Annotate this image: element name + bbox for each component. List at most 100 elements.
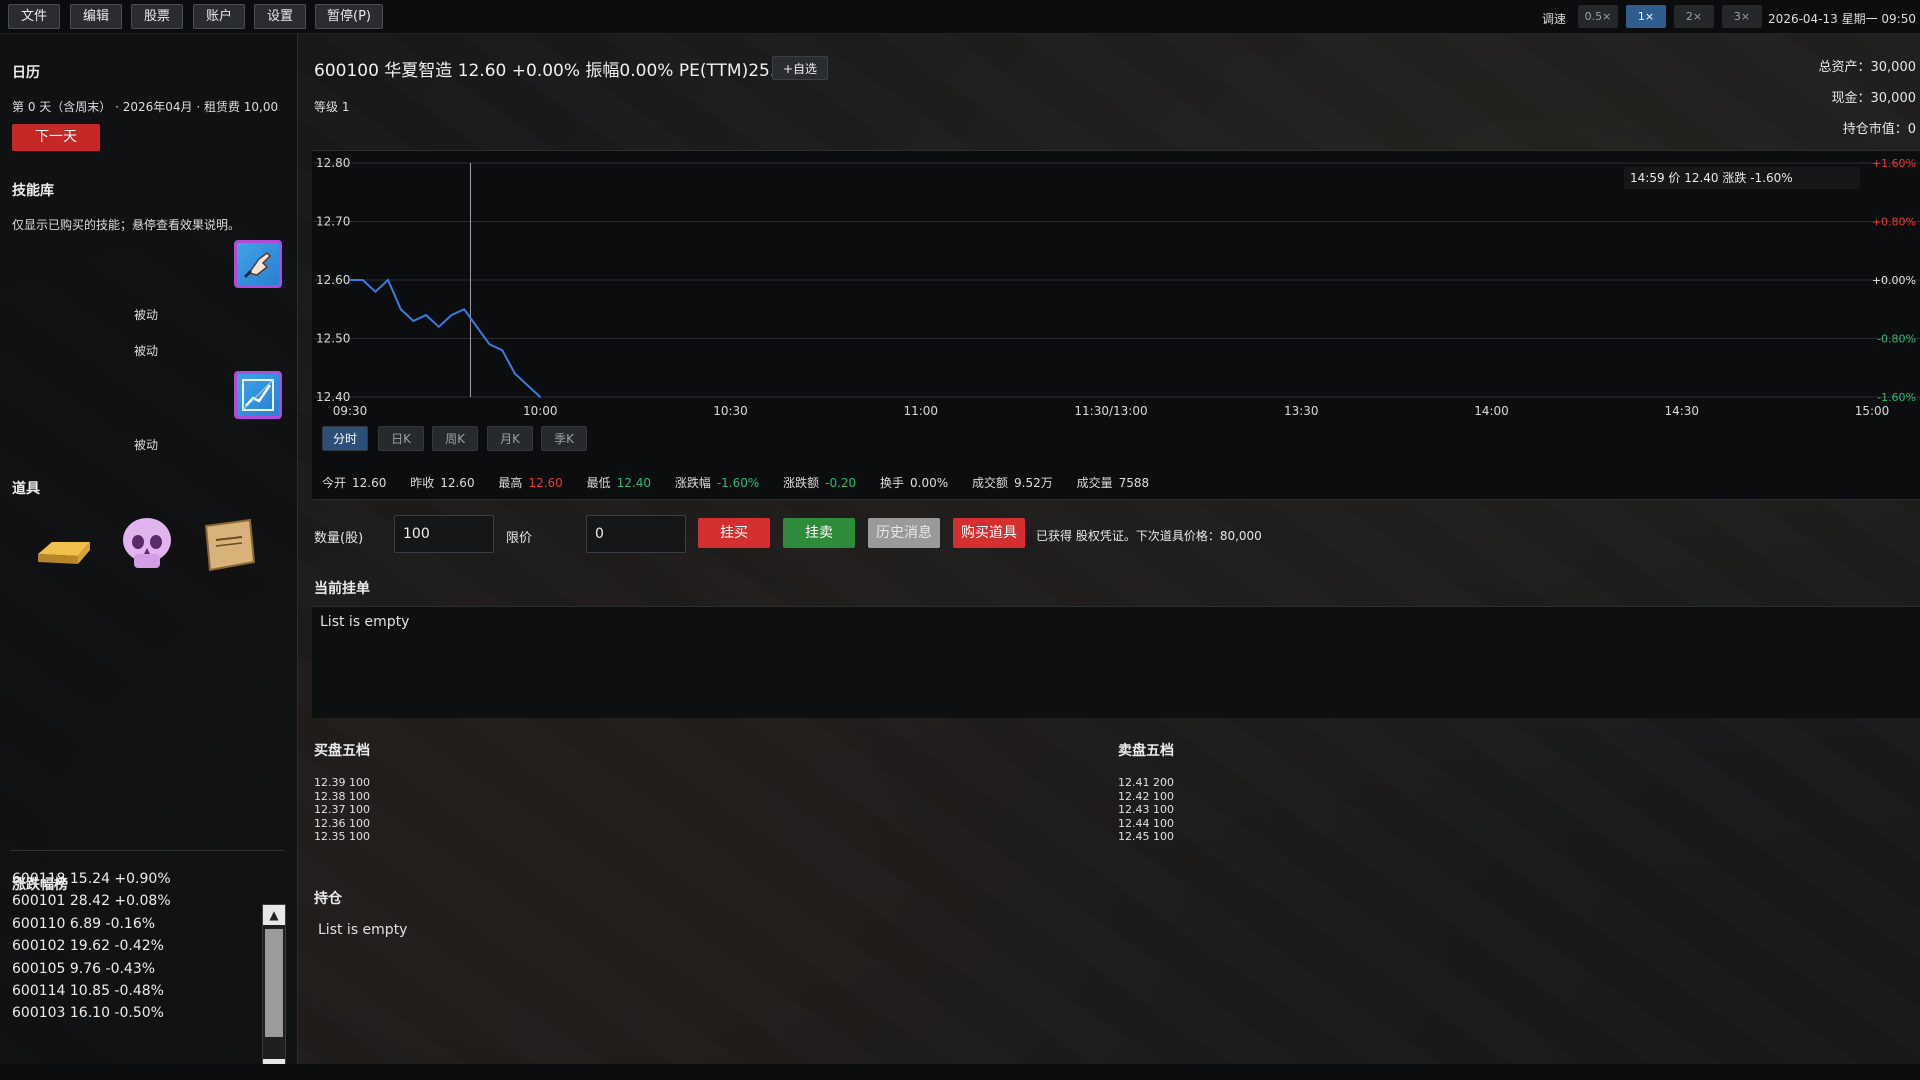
total-assets: 总资产：30,000 [1818, 60, 1917, 75]
ranking-row[interactable]: 600114 10.85 -0.48% [12, 980, 252, 1002]
scroll-thumb[interactable] [265, 929, 283, 1037]
change-label: 涨跌额 [783, 476, 820, 490]
skills-title: 技能库 [12, 183, 54, 199]
bottom-bar [0, 1064, 1920, 1080]
x-tick-label: 10:30 [713, 404, 748, 418]
high-label: 最高 [498, 476, 523, 490]
ranking-row[interactable]: 600118 15.24 +0.90% [12, 868, 252, 890]
speed-3x-button[interactable]: 3× [1722, 5, 1762, 28]
scroll-up-icon[interactable]: ▲ [263, 905, 285, 925]
amount-label: 成交额 [971, 476, 1008, 490]
open-label: 今开 [322, 476, 347, 490]
speed-2x-button[interactable]: 2× [1674, 5, 1714, 28]
quantity-input[interactable]: 100 [394, 515, 494, 553]
add-favorite-button[interactable]: +自选 [772, 56, 828, 80]
speed-1x-button[interactable]: 1× [1626, 5, 1666, 28]
tab-quarterly-k[interactable]: 季K [541, 426, 587, 451]
menu-pause[interactable]: 暂停(P) [315, 4, 383, 29]
open-value: 12.60 [352, 476, 387, 490]
pending-orders-list[interactable] [312, 606, 1920, 718]
skull-icon[interactable] [114, 512, 180, 578]
bid-level: 12.37 100 [314, 803, 370, 816]
x-tick-label: 09:30 [333, 404, 368, 418]
volume-value: 7588 [1118, 476, 1150, 490]
scroll-icon[interactable] [196, 512, 262, 578]
limit-price-input[interactable]: 0 [586, 515, 686, 553]
menu-bar: 文件 编辑 股票 账户 设置 暂停(P) 调速 0.5× 1× 2× 3× 20… [0, 0, 1920, 34]
left-divider [10, 850, 285, 851]
menu-edit[interactable]: 编辑 [70, 4, 122, 29]
bid-depth-title: 买盘五档 [314, 743, 370, 759]
limit-price-label: 限价 [506, 531, 533, 546]
y-tick-label: 12.70 [316, 215, 350, 229]
bid-level: 12.38 100 [314, 789, 370, 803]
price-point [412, 320, 415, 322]
positions-empty-text: List is empty [318, 922, 408, 938]
speed-0-5x-button[interactable]: 0.5× [1578, 5, 1618, 28]
x-tick-label: 14:30 [1664, 404, 1699, 418]
pending-empty-text: List is empty [320, 614, 410, 630]
passive-label-2: 被动 [134, 344, 159, 358]
passive-label-1: 被动 [134, 308, 159, 322]
turnover-label: 换手 [880, 476, 905, 490]
positions-title: 持仓 [314, 891, 342, 907]
bid-level: 12.35 100 [314, 830, 370, 843]
ranking-row[interactable]: 600101 28.42 +0.08% [12, 890, 252, 912]
ask-level: 12.42 100 [1118, 789, 1174, 803]
place-sell-button[interactable]: 挂卖 [783, 518, 855, 548]
buy-item-button[interactable]: 购买道具 [953, 518, 1025, 548]
chart-tooltip: 14:59 价 12.40 涨跌 -1.60% [1624, 167, 1860, 189]
y-tick-label: 12.50 [316, 332, 350, 346]
hand-pointer-icon[interactable] [234, 240, 282, 288]
tab-weekly-k[interactable]: 周K [432, 426, 478, 451]
ask-depth-list: 12.41 200 12.42 100 12.43 100 12.44 100 … [1118, 776, 1174, 844]
y-tick-label: 12.40 [316, 390, 350, 404]
tab-daily-k[interactable]: 日K [378, 426, 424, 451]
ranking-row[interactable]: 600110 6.89 -0.16% [12, 913, 252, 935]
tab-monthly-k[interactable]: 月K [487, 426, 533, 451]
volume-label: 成交量 [1076, 476, 1113, 490]
ranking-row[interactable]: 600102 19.62 -0.42% [12, 935, 252, 957]
menu-account[interactable]: 账户 [193, 4, 245, 29]
price-point [361, 279, 364, 281]
price-point [425, 314, 427, 316]
y-right-tick-label: +0.00% [1872, 274, 1916, 287]
game-datetime: 2026-04-13 星期一 09:50 [1768, 12, 1916, 26]
prev-close-label: 昨收 [410, 476, 435, 490]
pending-orders-title: 当前挂单 [314, 581, 370, 597]
gold-bar-icon[interactable] [32, 512, 98, 578]
tab-intraday[interactable]: 分时 [322, 426, 368, 451]
price-point [539, 396, 542, 398]
bid-level: 12.39 100 [314, 776, 370, 789]
bid-depth-list: 12.39 100 12.38 100 12.37 100 12.36 100 … [314, 776, 370, 844]
x-tick-label: 14:00 [1474, 404, 1509, 418]
place-buy-button[interactable]: 挂买 [698, 518, 770, 548]
next-day-button[interactable]: 下一天 [12, 124, 100, 151]
stock-title: 600100 华夏智造 12.60 +0.00% 振幅0.00% PE(TTM)… [314, 61, 787, 81]
price-point [501, 349, 503, 351]
y-right-tick-label: +0.80% [1872, 216, 1916, 229]
quantity-label: 数量(股) [314, 531, 364, 546]
cash: 现金：30,000 [1831, 91, 1917, 106]
ranking-scrollbar[interactable]: ▲ ▼ [262, 904, 286, 1080]
y-tick-label: 12.60 [316, 273, 350, 287]
passive-label-3: 被动 [134, 438, 159, 452]
low-value: 12.40 [616, 476, 651, 490]
menu-file[interactable]: 文件 [8, 4, 60, 29]
y-right-tick-label: +1.60% [1872, 157, 1916, 170]
high-value: 12.60 [528, 476, 563, 490]
assets-summary: 总资产：30,000 现金：30,000 持仓市值：0 [1736, 56, 1917, 149]
menu-settings[interactable]: 设置 [254, 4, 306, 29]
price-point [387, 279, 389, 281]
menu-stock[interactable]: 股票 [131, 4, 183, 29]
ranking-row[interactable]: 600105 9.76 -0.43% [12, 958, 252, 980]
x-tick-label: 15:00 [1855, 404, 1890, 418]
ask-level: 12.44 100 [1118, 816, 1174, 830]
ranking-list[interactable]: 600118 15.24 +0.90% 600101 28.42 +0.08% … [12, 868, 252, 1048]
change-pct-value: -1.60% [716, 476, 760, 490]
chart-trend-icon[interactable] [234, 371, 282, 419]
bid-level: 12.36 100 [314, 816, 370, 830]
ranking-row[interactable]: 600103 16.10 -0.50% [12, 1002, 252, 1024]
history-messages-button[interactable]: 历史消息 [868, 518, 940, 548]
turnover-value: 0.00% [910, 476, 949, 490]
